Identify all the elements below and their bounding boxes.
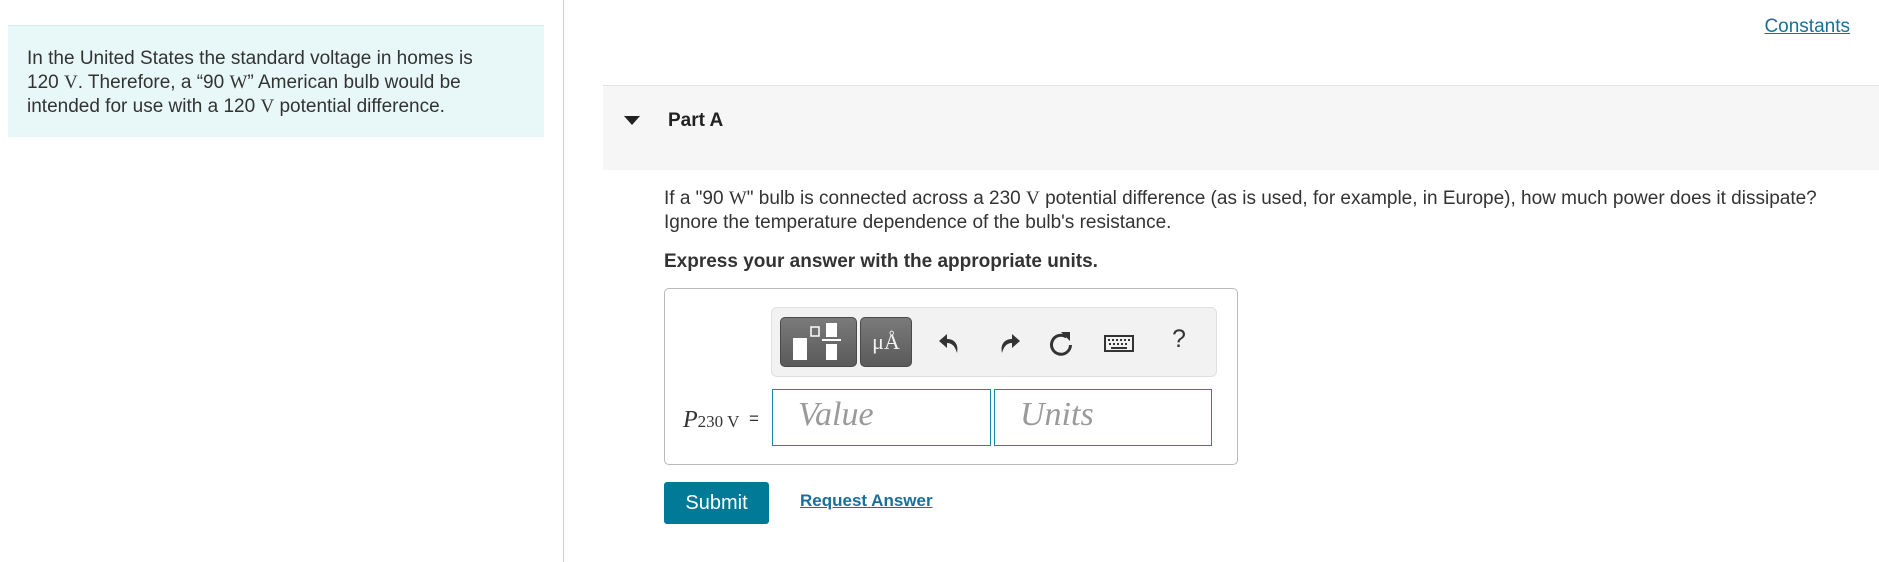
- equals-sign: =: [749, 409, 759, 428]
- undo-icon[interactable]: [935, 326, 969, 360]
- caret-down-icon[interactable]: [624, 116, 640, 125]
- question-line-2: Ignore the temperature dependence of the…: [664, 212, 1172, 233]
- intro-line-1: In the United States the standard voltag…: [27, 48, 473, 69]
- keyboard-icon[interactable]: [1102, 326, 1136, 360]
- intro-line-3-unit: V: [260, 96, 275, 117]
- templates-icon: [793, 323, 841, 360]
- part-a-header[interactable]: Part A: [603, 85, 1879, 170]
- intro-line-3-start: intended for use with a 120: [27, 96, 256, 117]
- value-input[interactable]: Value: [772, 389, 991, 446]
- answer-variable: P230 V: [683, 407, 739, 434]
- question-watt-unit: W: [728, 188, 747, 209]
- intro-voltage-value: 120: [27, 72, 59, 93]
- submit-button[interactable]: Submit: [664, 482, 769, 524]
- answer-box: μÅ ? P230 V = Value Units: [664, 288, 1238, 465]
- intro-watt-unit: W: [229, 72, 248, 93]
- redo-icon[interactable]: [990, 326, 1024, 360]
- variable-subscript: 230 V: [697, 412, 740, 431]
- intro-line-2-mid: . Therefore, a “90: [77, 72, 225, 93]
- question-part-3: potential difference (as is used, for ex…: [1045, 188, 1817, 209]
- question-volt-unit: V: [1026, 188, 1040, 209]
- answer-instruction: Express your answer with the appropriate…: [664, 251, 1098, 272]
- units-input[interactable]: Units: [994, 389, 1212, 446]
- intro-panel: In the United States the standard voltag…: [8, 25, 544, 137]
- templates-button[interactable]: [780, 317, 857, 367]
- intro-line-3-end: potential difference.: [279, 96, 445, 117]
- column-divider: [563, 0, 564, 562]
- request-answer-link[interactable]: Request Answer: [800, 491, 933, 511]
- help-icon[interactable]: ?: [1172, 325, 1186, 354]
- question-text: If a "90 W" bulb is connected across a 2…: [664, 187, 1879, 235]
- units-button[interactable]: μÅ: [860, 317, 912, 367]
- intro-voltage-unit: V: [63, 72, 78, 93]
- variable-symbol: P: [683, 407, 698, 433]
- part-title: Part A: [668, 110, 724, 131]
- math-toolbar: μÅ ?: [771, 307, 1217, 377]
- question-part-1: If a "90: [664, 188, 724, 209]
- constants-link[interactable]: Constants: [1764, 16, 1850, 38]
- reset-icon[interactable]: [1044, 326, 1078, 360]
- intro-text: In the United States the standard voltag…: [27, 47, 527, 119]
- question-part-2: " bulb is connected across a 230: [746, 188, 1021, 209]
- intro-line-2-end: ” American bulb would be: [247, 72, 461, 93]
